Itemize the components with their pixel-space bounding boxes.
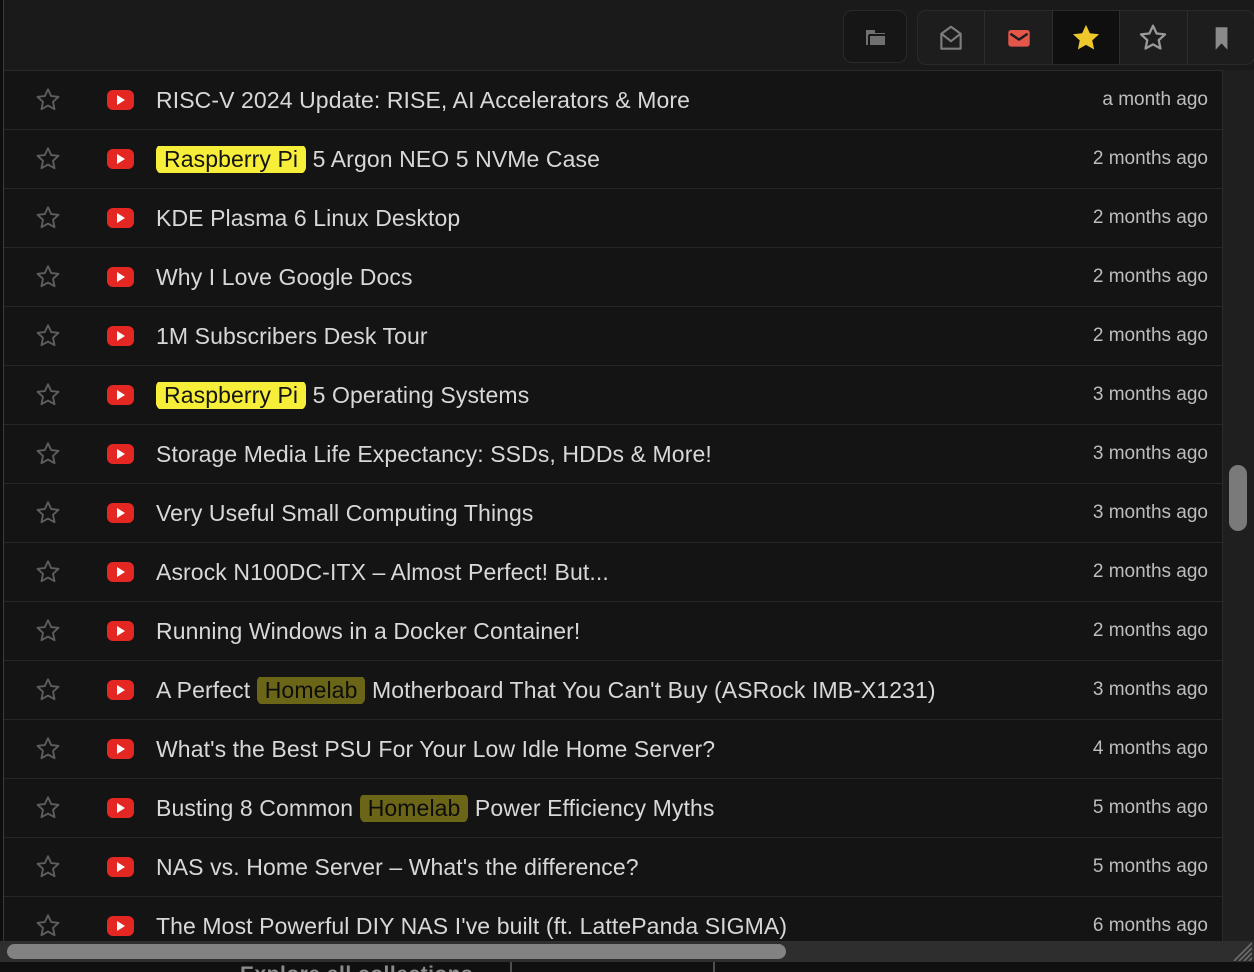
favorite-star-icon[interactable] (34, 794, 62, 822)
video-list: RISC-V 2024 Update: RISE, AI Accelerator… (4, 70, 1222, 941)
list-item[interactable]: Storage Media Life Expectancy: SSDs, HDD… (4, 424, 1222, 483)
youtube-icon (107, 326, 134, 346)
youtube-icon (107, 798, 134, 818)
list-item[interactable]: 1M Subscribers Desk Tour 2 months ago (4, 306, 1222, 365)
youtube-icon (107, 385, 134, 405)
bookmarks-filter-button[interactable] (1187, 11, 1254, 64)
item-timestamp: 2 months ago (1077, 266, 1208, 288)
item-timestamp: 5 months ago (1077, 856, 1208, 878)
youtube-icon (107, 562, 134, 582)
favorite-star-icon[interactable] (34, 86, 62, 114)
folder-button[interactable] (843, 10, 907, 63)
item-timestamp: 3 months ago (1077, 502, 1208, 524)
list-item[interactable]: Running Windows in a Docker Container! 2… (4, 601, 1222, 660)
item-title: Storage Media Life Expectancy: SSDs, HDD… (156, 441, 712, 468)
toolbar (4, 0, 1254, 70)
favorite-star-icon[interactable] (34, 381, 62, 409)
item-title: Running Windows in a Docker Container! (156, 618, 580, 645)
list-item[interactable]: Very Useful Small Computing Things 3 mon… (4, 483, 1222, 542)
star-filled-icon (1070, 22, 1102, 54)
youtube-icon (107, 680, 134, 700)
item-title: A Perfect Homelab Motherboard That You C… (156, 677, 936, 704)
open-envelope-icon (936, 23, 966, 53)
youtube-icon (107, 149, 134, 169)
favorite-star-icon[interactable] (34, 499, 62, 527)
favorite-star-icon[interactable] (34, 440, 62, 468)
item-timestamp: 4 months ago (1077, 738, 1208, 760)
list-item[interactable]: Raspberry Pi 5 Argon NEO 5 NVMe Case 2 m… (4, 129, 1222, 188)
favorite-star-icon[interactable] (34, 676, 62, 704)
youtube-icon (107, 90, 134, 110)
bookmark-icon (1206, 23, 1236, 53)
folder-icon (860, 22, 890, 52)
item-timestamp: 6 months ago (1077, 915, 1208, 937)
vertical-scrollbar-thumb[interactable] (1229, 465, 1247, 531)
list-item[interactable]: Busting 8 Common Homelab Power Efficienc… (4, 778, 1222, 837)
unread-filter-button[interactable] (984, 11, 1051, 64)
red-envelope-icon (1004, 23, 1034, 53)
favorite-star-icon[interactable] (34, 322, 62, 350)
list-item[interactable]: NAS vs. Home Server – What's the differe… (4, 837, 1222, 896)
item-timestamp: 5 months ago (1077, 797, 1208, 819)
explore-collections-text: Explore all collections (240, 963, 473, 972)
item-timestamp: 2 months ago (1077, 325, 1208, 347)
footer-divider (713, 962, 715, 972)
item-timestamp: 2 months ago (1077, 620, 1208, 642)
item-title: Busting 8 Common Homelab Power Efficienc… (156, 795, 714, 822)
resize-grip[interactable] (1232, 942, 1252, 961)
item-title: Raspberry Pi 5 Argon NEO 5 NVMe Case (156, 146, 600, 173)
youtube-icon (107, 444, 134, 464)
horizontal-scrollbar-track[interactable] (0, 941, 1254, 962)
youtube-icon (107, 208, 134, 228)
youtube-icon (107, 503, 134, 523)
list-item[interactable]: KDE Plasma 6 Linux Desktop 2 months ago (4, 188, 1222, 247)
favorite-star-icon[interactable] (34, 853, 62, 881)
item-title: Raspberry Pi 5 Operating Systems (156, 382, 529, 409)
inbox-filter-button[interactable] (918, 11, 984, 64)
item-timestamp: 3 months ago (1077, 384, 1208, 406)
filter-button-group (917, 10, 1254, 65)
youtube-icon (107, 267, 134, 287)
list-item[interactable]: Raspberry Pi 5 Operating Systems 3 month… (4, 365, 1222, 424)
youtube-icon (107, 621, 134, 641)
favorite-star-icon[interactable] (34, 145, 62, 173)
footer-divider (510, 962, 512, 972)
unstarred-filter-button[interactable] (1119, 11, 1186, 64)
youtube-icon (107, 916, 134, 936)
list-item[interactable]: RISC-V 2024 Update: RISE, AI Accelerator… (4, 70, 1222, 129)
youtube-icon (107, 739, 134, 759)
favorite-star-icon[interactable] (34, 617, 62, 645)
vertical-scrollbar-track[interactable] (1222, 70, 1254, 941)
item-title: KDE Plasma 6 Linux Desktop (156, 205, 460, 232)
item-title: Asrock N100DC-ITX – Almost Perfect! But.… (156, 559, 609, 586)
item-timestamp: 2 months ago (1077, 207, 1208, 229)
youtube-icon (107, 857, 134, 877)
item-timestamp: 2 months ago (1077, 561, 1208, 583)
item-title: Why I Love Google Docs (156, 264, 413, 291)
list-item[interactable]: What's the Best PSU For Your Low Idle Ho… (4, 719, 1222, 778)
item-title: Very Useful Small Computing Things (156, 500, 534, 527)
star-outline-icon (1137, 22, 1169, 54)
item-title: RISC-V 2024 Update: RISE, AI Accelerator… (156, 87, 690, 114)
favorite-star-icon[interactable] (34, 735, 62, 763)
item-title: The Most Powerful DIY NAS I've built (ft… (156, 913, 787, 940)
list-item[interactable]: Asrock N100DC-ITX – Almost Perfect! But.… (4, 542, 1222, 601)
favorite-star-icon[interactable] (34, 204, 62, 232)
favorite-star-icon[interactable] (34, 912, 62, 940)
list-item[interactable]: The Most Powerful DIY NAS I've built (ft… (4, 896, 1222, 941)
favorite-star-icon[interactable] (34, 558, 62, 586)
item-title: 1M Subscribers Desk Tour (156, 323, 428, 350)
item-title: What's the Best PSU For Your Low Idle Ho… (156, 736, 715, 763)
item-timestamp: 3 months ago (1077, 679, 1208, 701)
item-title: NAS vs. Home Server – What's the differe… (156, 854, 639, 881)
item-timestamp: 3 months ago (1077, 443, 1208, 465)
item-timestamp: a month ago (1086, 89, 1208, 111)
horizontal-scrollbar-thumb[interactable] (7, 944, 786, 959)
item-timestamp: 2 months ago (1077, 148, 1208, 170)
list-item[interactable]: Why I Love Google Docs 2 months ago (4, 247, 1222, 306)
list-item[interactable]: A Perfect Homelab Motherboard That You C… (4, 660, 1222, 719)
starred-filter-button[interactable] (1052, 11, 1119, 64)
favorite-star-icon[interactable] (34, 263, 62, 291)
clipped-footer-strip: Explore all collections (0, 962, 1254, 972)
